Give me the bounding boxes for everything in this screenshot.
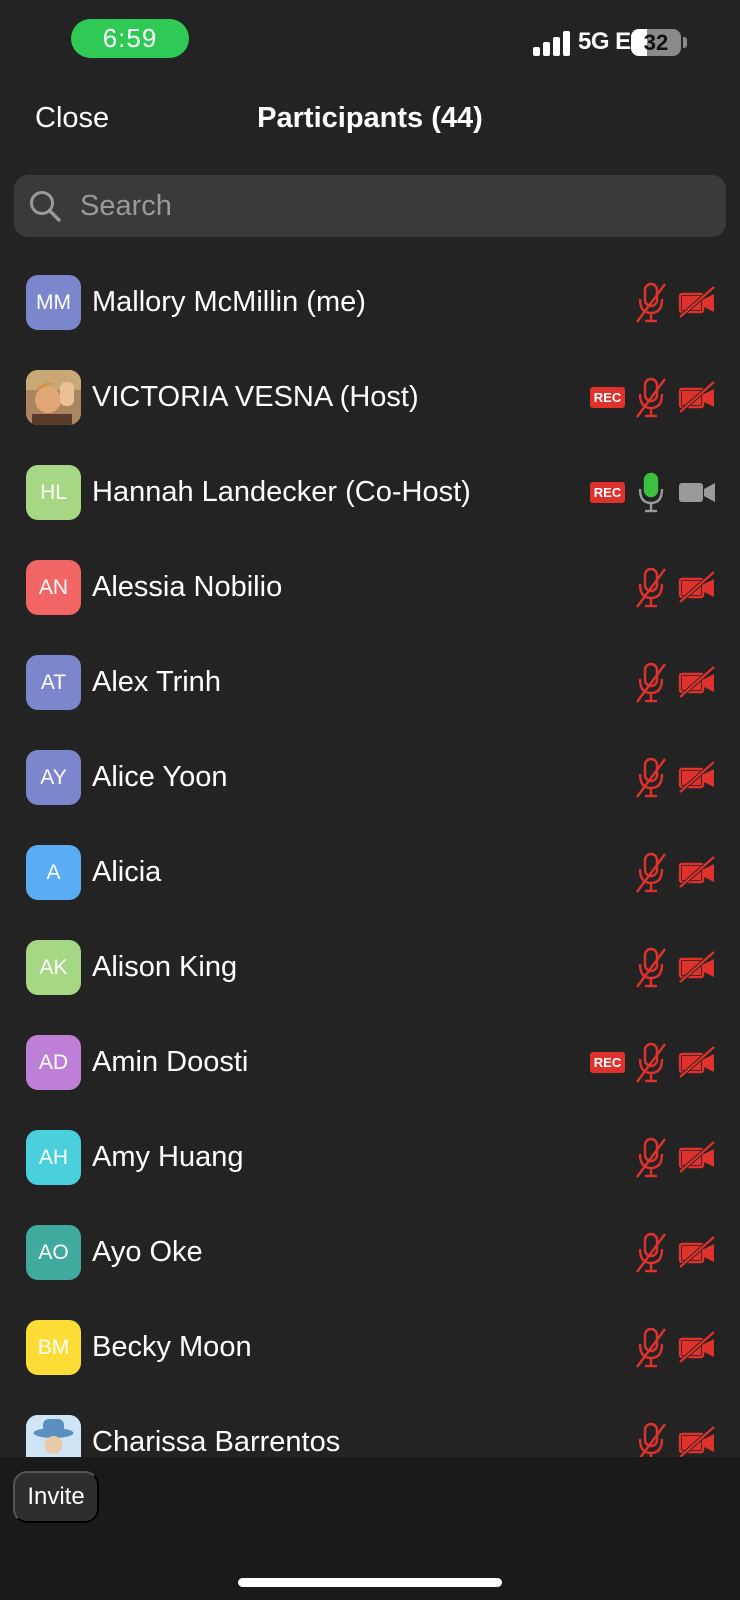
battery-tip <box>683 37 687 48</box>
microphone-icon <box>636 472 666 514</box>
participant-avatar: AT <box>26 655 81 710</box>
signal-strength-icon <box>533 30 573 56</box>
avatar-initials: A <box>46 860 61 884</box>
video-camera-off-icon <box>678 570 716 604</box>
participant-row[interactable]: MM Mallory McMillin (me) <box>0 255 740 350</box>
microphone-muted-icon <box>636 1422 666 1457</box>
microphone-muted-icon <box>636 282 666 324</box>
participant-avatar: AD <box>26 1035 81 1090</box>
avatar-initials: BM <box>37 1335 70 1359</box>
microphone-muted-icon <box>636 1232 666 1274</box>
video-camera-off-icon <box>678 285 716 319</box>
participant-avatar: MM <box>26 275 81 330</box>
microphone-muted-icon <box>636 377 666 419</box>
participant-name: Amin Doosti <box>92 1046 249 1078</box>
participant-name: Ayo Oke <box>92 1236 203 1268</box>
avatar-initials: AD <box>38 1050 69 1074</box>
participant-row[interactable]: Charissa Barrentos <box>0 1395 740 1457</box>
battery-level: 32 <box>643 29 669 55</box>
recording-badge: REC <box>590 387 625 408</box>
video-camera-off-icon <box>678 1045 716 1079</box>
microphone-muted-icon <box>636 852 666 894</box>
bottom-bar: Invite <box>0 1457 740 1600</box>
participant-name: Amy Huang <box>92 1141 244 1173</box>
participant-name: Alex Trinh <box>92 666 221 698</box>
participant-row[interactable]: AT Alex Trinh <box>0 635 740 730</box>
participant-name: Alessia Nobilio <box>92 571 283 603</box>
participant-name: VICTORIA VESNA (Host) <box>92 381 419 413</box>
participant-avatar: AK <box>26 940 81 995</box>
participant-avatar: AY <box>26 750 81 805</box>
microphone-muted-icon <box>636 567 666 609</box>
video-camera-icon <box>678 475 716 509</box>
participant-name: Alison King <box>92 951 238 983</box>
participant-avatar: AO <box>26 1225 81 1280</box>
video-camera-off-icon <box>678 1140 716 1174</box>
avatar-initials: AK <box>39 955 68 979</box>
microphone-muted-icon <box>636 1042 666 1084</box>
participant-avatar: AN <box>26 560 81 615</box>
participant-name: Becky Moon <box>92 1331 252 1363</box>
participant-name: Alice Yoon <box>92 761 228 793</box>
recording-badge: REC <box>590 482 625 503</box>
invite-button[interactable]: Invite <box>13 1471 99 1523</box>
participant-avatar: HL <box>26 465 81 520</box>
participants-screen: 6:59 5G E 32 Close Participants (44) MMM… <box>0 0 740 1600</box>
microphone-muted-icon <box>636 947 666 989</box>
video-camera-off-icon <box>678 760 716 794</box>
header: Close Participants (44) <box>0 88 740 152</box>
video-camera-off-icon <box>678 950 716 984</box>
video-camera-off-icon <box>678 1235 716 1269</box>
search-input[interactable] <box>80 175 700 237</box>
participant-name: Mallory McMillin (me) <box>92 286 366 318</box>
participant-list[interactable]: MM Mallory McMillin (me) VICTORIA VESNA (H… <box>0 255 740 1457</box>
status-bar: 6:59 5G E 32 <box>0 0 740 80</box>
avatar-initials: MM <box>36 290 71 314</box>
battery-icon: 32 <box>631 29 681 56</box>
video-camera-off-icon <box>678 1330 716 1364</box>
page-title: Participants (44) <box>257 102 483 134</box>
avatar-initials: AN <box>38 575 69 599</box>
participant-row[interactable]: HL Hannah Landecker (Co-Host) REC <box>0 445 740 540</box>
recording-badge: REC <box>590 1052 625 1073</box>
participant-avatar: AH <box>26 1130 81 1185</box>
participant-row[interactable]: AN Alessia Nobilio <box>0 540 740 635</box>
participant-name: Charissa Barrentos <box>92 1426 341 1457</box>
network-type: 5G E <box>578 28 631 55</box>
participant-row[interactable]: VICTORIA VESNA (Host) REC <box>0 350 740 445</box>
participant-name: Hannah Landecker (Co-Host) <box>92 476 471 508</box>
video-camera-off-icon <box>678 665 716 699</box>
search-bar[interactable] <box>14 175 726 237</box>
participant-name: Alicia <box>92 856 162 888</box>
participant-row[interactable]: AO Ayo Oke <box>0 1205 740 1300</box>
participant-photo <box>26 370 81 425</box>
status-time: 6:59 <box>71 19 189 58</box>
microphone-muted-icon <box>636 1137 666 1179</box>
avatar-initials: AH <box>38 1145 69 1169</box>
participant-avatar: BM <box>26 1320 81 1375</box>
video-camera-off-icon <box>678 380 716 414</box>
avatar-initials: AO <box>38 1240 69 1264</box>
avatar-initials: HL <box>40 480 67 504</box>
microphone-muted-icon <box>636 662 666 704</box>
avatar-initials: AY <box>40 765 67 789</box>
video-camera-off-icon <box>678 855 716 889</box>
participant-row[interactable]: A Alicia <box>0 825 740 920</box>
participant-row[interactable]: AK Alison King <box>0 920 740 1015</box>
participant-avatar: A <box>26 845 81 900</box>
microphone-muted-icon <box>636 1327 666 1369</box>
participant-row[interactable]: BM Becky Moon <box>0 1300 740 1395</box>
participant-row[interactable]: AD Amin Doosti REC <box>0 1015 740 1110</box>
participant-row[interactable]: AY Alice Yoon <box>0 730 740 825</box>
search-icon <box>30 191 61 222</box>
video-camera-off-icon <box>678 1425 716 1457</box>
participant-row[interactable]: AH Amy Huang <box>0 1110 740 1205</box>
home-indicator <box>238 1578 502 1587</box>
microphone-muted-icon <box>636 757 666 799</box>
avatar-initials: AT <box>40 670 67 694</box>
participant-photo <box>26 1415 81 1457</box>
